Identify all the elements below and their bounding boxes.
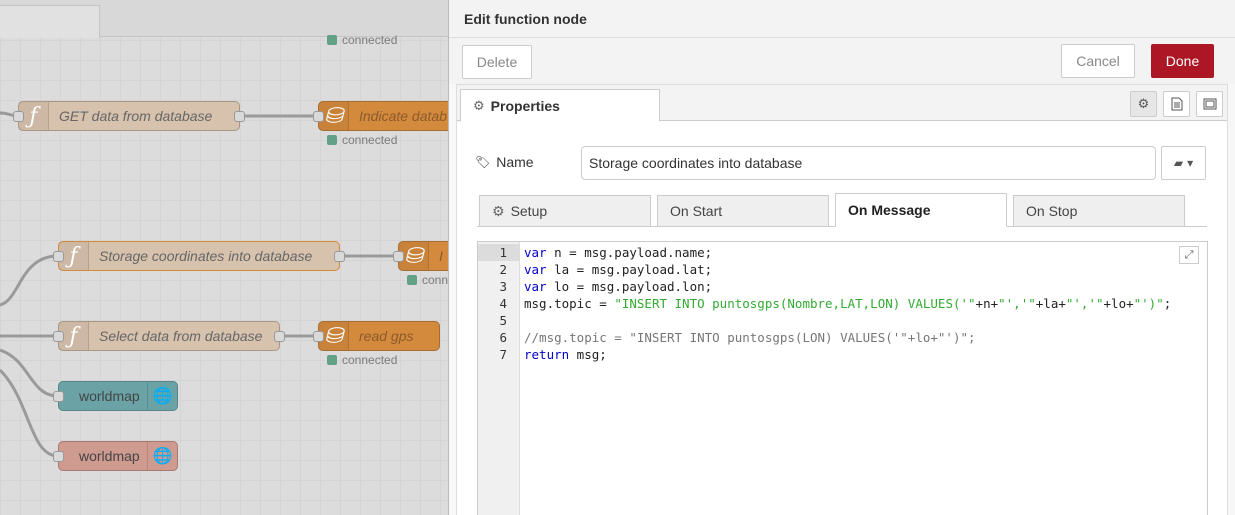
status-dot-icon [327, 35, 337, 45]
done-button[interactable]: Done [1151, 44, 1214, 78]
tray-header: Edit function node [449, 0, 1235, 38]
gear-icon: ⚙ [473, 97, 485, 113]
output-port[interactable] [234, 111, 245, 122]
node-red-editor: connected ƒ GET data from database ⛁ Ind… [0, 0, 1235, 515]
code-line[interactable]: return msg; [524, 346, 607, 363]
subtab-setup[interactable]: ⚙ Setup [479, 195, 651, 227]
subtab-on-stop[interactable]: On Stop [1013, 195, 1185, 227]
code-line[interactable]: var lo = msg.payload.lon; [524, 278, 712, 295]
caret-down-icon: ▾ [1187, 156, 1194, 170]
description-icon[interactable] [1163, 91, 1190, 117]
db-node-indicate[interactable]: ⛁ Indicate datab [313, 101, 448, 131]
input-port[interactable] [53, 391, 64, 402]
globe-icon: 🌐 [147, 382, 177, 410]
line-gutter: 1 2 3 4 5 6 7 [478, 242, 520, 515]
node-settings-icon[interactable]: ⚙ [1130, 91, 1157, 117]
edit-tray: Edit function node Delete Cancel Done ⚙ … [448, 0, 1235, 515]
code-line[interactable]: msg.topic = "INSERT INTO puntosgps(Nombr… [524, 295, 1171, 312]
delete-button[interactable]: Delete [462, 45, 532, 79]
name-input[interactable]: Storage coordinates into database [581, 146, 1156, 180]
flow-workspace[interactable]: connected ƒ GET data from database ⛁ Ind… [0, 0, 448, 515]
function-node-get-data[interactable]: ƒ GET data from database [13, 101, 245, 131]
code-line[interactable]: var la = msg.payload.lat; [524, 261, 712, 278]
input-port[interactable] [53, 331, 64, 342]
globe-icon: 🌐 [147, 442, 177, 470]
input-port[interactable] [13, 111, 24, 122]
tray-toolbar: Delete Cancel Done [449, 38, 1235, 84]
output-port[interactable] [334, 251, 345, 262]
tab-properties[interactable]: ⚙ Properties [460, 89, 660, 122]
worldmap-node-2[interactable]: worldmap 🌐 [53, 441, 178, 471]
subtab-on-start[interactable]: On Start [657, 195, 829, 227]
output-port[interactable] [274, 331, 285, 342]
book-icon: ▰ [1173, 156, 1184, 170]
library-button[interactable]: ▰ ▾ [1161, 146, 1206, 180]
function-node-select-data[interactable]: ƒ Select data from database [53, 321, 285, 351]
line-number: 7 [499, 347, 507, 362]
gear-icon: ⚙ [492, 202, 505, 219]
code-line[interactable]: var n = msg.payload.name; [524, 244, 712, 261]
status-dot-icon [327, 135, 337, 145]
line-number: 3 [499, 279, 507, 294]
tray-title: Edit function node [464, 11, 587, 27]
worldmap-node-1[interactable]: worldmap 🌐 [53, 381, 178, 411]
tray-tabs: ⚙ Properties ⚙ [457, 85, 1227, 122]
status-dot-icon [407, 275, 417, 285]
line-number: 1 [499, 245, 507, 260]
tag-icon: 🏷 [475, 155, 491, 169]
node-status: connected [327, 33, 397, 47]
name-label: 🏷 Name [475, 154, 534, 170]
subtab-on-message[interactable]: On Message [835, 193, 1007, 227]
status-dot-icon [327, 355, 337, 365]
function-subtabs: ⚙ Setup On Start On Message On Stop [477, 193, 1207, 227]
tray-body: ⚙ Properties ⚙ 🏷 Name Storage coordinate… [456, 84, 1228, 515]
input-port[interactable] [53, 451, 64, 462]
function-node-storage-coordinates[interactable]: ƒ Storage coordinates into database [53, 241, 345, 271]
code-editor[interactable]: 1 2 3 4 5 6 7 var n = msg.payload.name; v… [477, 241, 1208, 515]
db-node-read-gps[interactable]: ⛁ read gps [313, 321, 440, 351]
input-port[interactable] [53, 251, 64, 262]
line-number: 2 [499, 262, 507, 277]
node-status: connected [327, 353, 397, 367]
node-status: connected [327, 133, 397, 147]
appearance-icon[interactable] [1196, 91, 1223, 117]
db-node-storage[interactable]: ⛁ I [393, 241, 448, 271]
input-port[interactable] [313, 331, 324, 342]
line-number: 5 [499, 313, 507, 328]
line-number: 6 [499, 330, 507, 345]
cancel-button[interactable]: Cancel [1061, 44, 1135, 78]
expand-editor-icon[interactable]: ⤢ [1179, 246, 1199, 264]
node-status: conn [407, 273, 448, 287]
code-line[interactable]: //msg.topic = "INSERT INTO puntosgps(LON… [524, 329, 976, 346]
line-number: 4 [499, 296, 507, 311]
input-port[interactable] [313, 111, 324, 122]
input-port[interactable] [393, 251, 404, 262]
